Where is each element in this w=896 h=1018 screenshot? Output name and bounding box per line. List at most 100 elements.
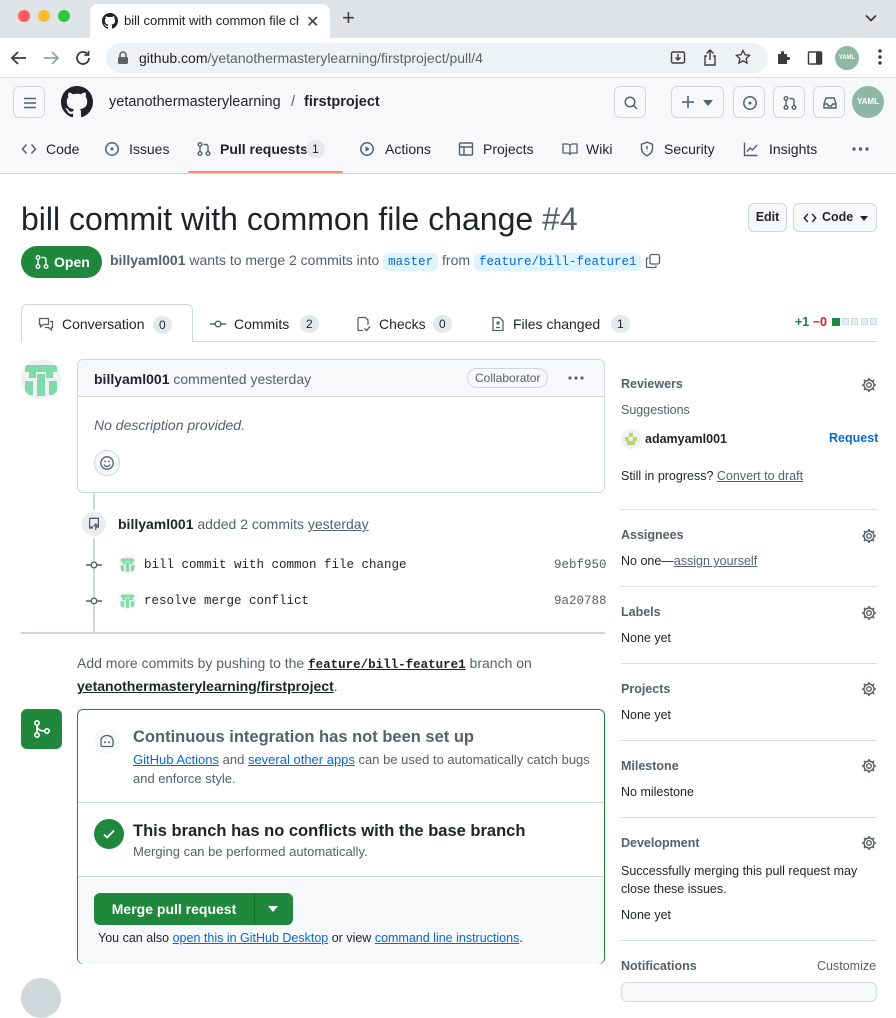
tab-checks[interactable]: Checks 0 [355, 315, 465, 335]
assignees-title[interactable]: Assignees [621, 528, 684, 542]
merge-status-badge [21, 709, 62, 749]
checklist-icon [357, 316, 371, 332]
tab-list-chevron-icon[interactable] [864, 11, 878, 25]
new-comment-avatar [21, 978, 61, 1018]
command-line-instructions-link[interactable]: command line instructions [375, 931, 520, 945]
minimize-window-button[interactable] [38, 10, 50, 22]
commit-author-avatar[interactable] [119, 556, 136, 573]
pr-title-text: bill commit with common file change [21, 201, 534, 237]
development-gear-icon[interactable] [861, 835, 877, 851]
commits-time[interactable]: yesterday [308, 516, 369, 532]
request-review-button[interactable]: Request [829, 431, 878, 445]
open-github-desktop-link[interactable]: open this in GitHub Desktop [173, 931, 329, 945]
bookmark-star-icon[interactable] [735, 49, 751, 65]
pull-requests-button[interactable] [773, 86, 805, 118]
reviewers-gear-icon[interactable] [861, 377, 877, 393]
edit-title-button[interactable]: Edit [748, 203, 787, 232]
merge-actions: Merge pull request You can also open thi… [78, 876, 604, 964]
play-icon [360, 142, 374, 156]
suggested-reviewer-name[interactable]: adamyaml001 [645, 432, 727, 446]
active-tab-underline [188, 171, 343, 173]
reload-icon[interactable] [74, 49, 92, 67]
github-logo-icon[interactable] [61, 86, 93, 118]
merge-method-dropdown[interactable] [255, 893, 293, 925]
development-title[interactable]: Development [621, 836, 700, 850]
projects-title[interactable]: Projects [621, 682, 670, 696]
github-actions-link[interactable]: GitHub Actions [133, 752, 219, 767]
table-icon [458, 142, 474, 156]
notifications-title: Notifications [621, 959, 697, 973]
labels-title[interactable]: Labels [621, 605, 661, 619]
new-tab-button[interactable]: + [342, 7, 355, 29]
profile-avatar[interactable]: YAML [835, 46, 859, 70]
commit-icon [86, 561, 102, 569]
back-arrow-icon[interactable] [10, 50, 28, 66]
push-hint-branch[interactable]: feature/bill-feature1 [308, 658, 466, 672]
install-app-icon[interactable] [670, 50, 686, 66]
pr-state-badge: Open [21, 246, 102, 278]
maximize-window-button[interactable] [58, 10, 70, 22]
milestone-title[interactable]: Milestone [621, 759, 679, 773]
inbox-button[interactable] [813, 86, 845, 118]
tab-files-changed[interactable]: Files changed 1 [490, 315, 640, 335]
browser-tab[interactable]: bill commit with common file change ✕ [90, 4, 330, 38]
pr-title: bill commit with common file change #4 [21, 199, 578, 239]
commit-author-avatar[interactable] [119, 592, 136, 609]
assignees-gear-icon[interactable] [861, 528, 877, 544]
address-bar[interactable]: github.com/yetanothermasterylearning/fir… [106, 43, 768, 73]
base-branch[interactable]: master [383, 253, 439, 271]
labels-gear-icon[interactable] [861, 605, 877, 621]
side-panel-icon[interactable] [807, 50, 823, 66]
code-icon [21, 144, 37, 154]
commit-sha-link[interactable]: 9a20788 [554, 594, 607, 608]
hamburger-menu-button[interactable] [13, 86, 45, 118]
forward-arrow-icon[interactable] [42, 50, 60, 66]
lock-icon[interactable] [117, 51, 129, 65]
browser-menu-icon[interactable] [878, 48, 882, 66]
milestone-value: No milestone [621, 785, 694, 799]
commit-message-link[interactable]: resolve merge conflict [144, 594, 309, 608]
commit-row: bill commit with common file change 9ebf… [86, 555, 607, 575]
commit-sha-link[interactable]: 9ebf950 [554, 558, 607, 572]
subscribe-button[interactable] [621, 982, 877, 1002]
add-reaction-button[interactable] [94, 450, 120, 476]
nav-pull-requests[interactable]: Pull requests 1 [196, 140, 346, 158]
tab-conversation[interactable]: Conversation 0 [21, 304, 193, 342]
issues-button[interactable] [733, 86, 765, 118]
repo-name-link[interactable]: firstproject [304, 94, 380, 110]
tab-commits[interactable]: Commits 2 [210, 315, 330, 335]
more-options-icon[interactable] [852, 147, 869, 151]
other-apps-link[interactable]: several other apps [248, 752, 355, 767]
projects-gear-icon[interactable] [861, 681, 877, 697]
close-tab-icon[interactable]: ✕ [306, 12, 319, 32]
convert-to-draft-link[interactable]: Convert to draft [717, 469, 803, 483]
milestone-gear-icon[interactable] [861, 758, 877, 774]
comment-options-icon[interactable] [568, 376, 584, 380]
repo-owner-link[interactable]: yetanothermasterylearning [109, 94, 281, 110]
extensions-puzzle-icon[interactable] [775, 50, 791, 66]
head-branch[interactable]: feature/bill-feature1 [473, 253, 642, 271]
caret-down-icon [860, 216, 868, 221]
share-icon[interactable] [703, 49, 717, 66]
assign-yourself-link[interactable]: assign yourself [674, 554, 757, 568]
breadcrumb-separator: / [291, 94, 296, 110]
commits-author-link[interactable]: billyaml001 [118, 516, 194, 532]
commit-message-link[interactable]: bill commit with common file change [144, 558, 407, 572]
comment-time[interactable]: yesterday [250, 371, 311, 387]
create-new-button[interactable] [671, 86, 724, 118]
sidebar-divider [621, 740, 877, 741]
push-hint-repo-link[interactable]: yetanothermasterylearning/firstproject [77, 678, 334, 694]
reviewers-title[interactable]: Reviewers [621, 377, 683, 391]
comment-author-link[interactable]: billyaml001 [94, 371, 170, 387]
copy-icon[interactable] [645, 253, 661, 269]
pr-author-link[interactable]: billyaml001 [110, 252, 186, 268]
merge-pull-request-button[interactable]: Merge pull request [94, 893, 254, 925]
search-button[interactable] [614, 86, 646, 118]
issue-icon [743, 96, 757, 110]
comment-author-avatar[interactable] [21, 359, 61, 399]
close-window-button[interactable] [18, 10, 30, 22]
customize-notifications-link[interactable]: Customize [817, 959, 876, 973]
conflict-title: This branch has no conflicts with the ba… [133, 822, 526, 840]
code-dropdown-button[interactable]: Code [793, 203, 877, 232]
user-avatar[interactable]: YAML [852, 86, 884, 118]
